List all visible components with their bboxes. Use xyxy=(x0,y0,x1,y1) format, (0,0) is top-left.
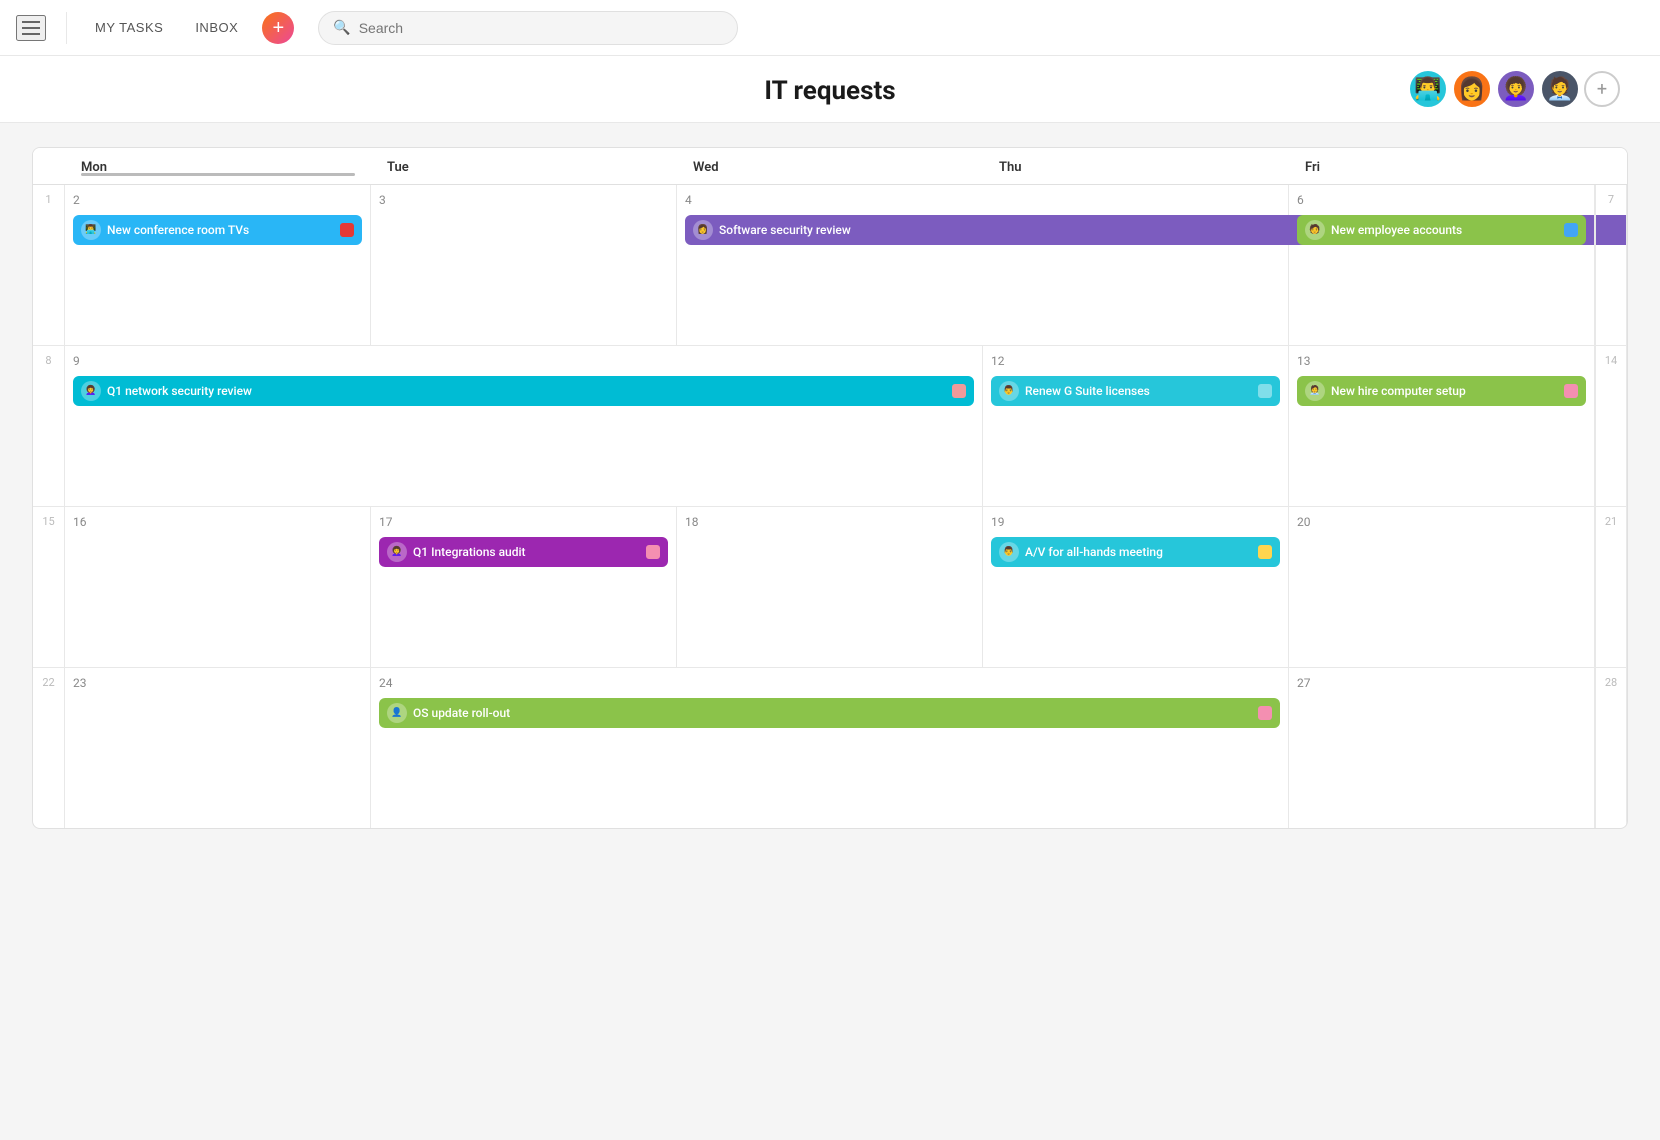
menu-button[interactable] xyxy=(16,15,46,41)
week-4: 22 23 24 👤 OS update roll-out 27 xyxy=(33,668,1627,828)
header-wed: Wed xyxy=(677,148,983,184)
day-wed-3: 18 xyxy=(677,507,983,667)
week-end-3: 21 xyxy=(1595,507,1627,667)
day-mon-1: 2 👨‍💻 New conference room TVs xyxy=(65,185,371,345)
calendar-body: 1 2 👨‍💻 New conference room TVs 3 4 xyxy=(33,185,1627,828)
event-new-hire-computer-setup[interactable]: 🧑‍💼 New hire computer setup xyxy=(1297,376,1586,406)
event-avatar: 👨 xyxy=(999,542,1019,562)
day-wed-1: 4 👩 Software security review xyxy=(677,185,1289,345)
search-input[interactable] xyxy=(359,20,724,36)
calendar-wrap: Mon Tue Wed Thu Fri 1 2 👨‍💻 New conferen… xyxy=(0,123,1660,853)
event-avatar: 👩 xyxy=(693,220,713,240)
day-mon-3: 16 xyxy=(65,507,371,667)
day-tue-1: 3 xyxy=(371,185,677,345)
avatar-2[interactable]: 👩 xyxy=(1452,69,1492,109)
event-label: A/V for all-hands meeting xyxy=(1025,545,1252,559)
header-fri: Fri xyxy=(1289,148,1595,184)
day-fri-3: 20 xyxy=(1289,507,1595,667)
event-q1-integrations-audit[interactable]: 👩‍🦱 Q1 Integrations audit xyxy=(379,537,668,567)
event-checkbox[interactable] xyxy=(1258,706,1272,720)
event-avatar: 👩‍🦱 xyxy=(387,542,407,562)
header-thu: Thu xyxy=(983,148,1289,184)
event-new-employee-accounts[interactable]: 🧑 New employee accounts xyxy=(1297,215,1586,245)
day-thu-3: 19 👨 A/V for all-hands meeting xyxy=(983,507,1289,667)
event-label: New employee accounts xyxy=(1331,223,1558,237)
week-end-1: 7 xyxy=(1595,185,1627,345)
event-label: OS update roll-out xyxy=(413,706,1252,720)
my-tasks-button[interactable]: MY TASKS xyxy=(87,16,171,39)
week-end-2: 14 xyxy=(1595,346,1627,506)
event-label: New hire computer setup xyxy=(1331,384,1558,398)
add-member-button[interactable]: + xyxy=(1584,71,1620,107)
event-avatar: 🧑 xyxy=(1305,220,1325,240)
avatar-4[interactable]: 🧑‍💼 xyxy=(1540,69,1580,109)
search-bar: 🔍 xyxy=(318,11,738,45)
event-avatar: 👨‍💻 xyxy=(81,220,101,240)
event-new-conference-room-tvs[interactable]: 👨‍💻 New conference room TVs xyxy=(73,215,362,245)
event-checkbox[interactable] xyxy=(1564,223,1578,237)
search-icon: 🔍 xyxy=(333,20,350,36)
event-renew-gsuite[interactable]: 👨 Renew G Suite licenses xyxy=(991,376,1280,406)
event-av-all-hands[interactable]: 👨 A/V for all-hands meeting xyxy=(991,537,1280,567)
event-checkbox[interactable] xyxy=(646,545,660,559)
event-label: New conference room TVs xyxy=(107,223,334,237)
top-nav: MY TASKS INBOX + 🔍 xyxy=(0,0,1660,56)
event-checkbox[interactable] xyxy=(1258,545,1272,559)
event-avatar: 👤 xyxy=(387,703,407,723)
event-checkbox[interactable] xyxy=(952,384,966,398)
day-fri-4: 27 xyxy=(1289,668,1595,828)
event-label: Q1 Integrations audit xyxy=(413,545,640,559)
calendar: Mon Tue Wed Thu Fri 1 2 👨‍💻 New conferen… xyxy=(32,147,1628,829)
week-num-2: 8 xyxy=(33,346,65,506)
corner-cell xyxy=(33,148,65,184)
event-checkbox[interactable] xyxy=(1564,384,1578,398)
week-num-4: 22 xyxy=(33,668,65,828)
header-mon: Mon xyxy=(65,148,371,184)
event-avatar: 👩‍🦱 xyxy=(81,381,101,401)
week-num-3: 15 xyxy=(33,507,65,667)
event-os-update-rollout[interactable]: 👤 OS update roll-out xyxy=(379,698,1280,728)
event-avatar: 👨 xyxy=(999,381,1019,401)
day-mon-4: 23 xyxy=(65,668,371,828)
event-checkbox[interactable] xyxy=(340,223,354,237)
week-2: 8 9 👩‍🦱 Q1 network security review 12 👨 xyxy=(33,346,1627,507)
inbox-button[interactable]: INBOX xyxy=(187,16,246,39)
event-q1-network-security[interactable]: 👩‍🦱 Q1 network security review xyxy=(73,376,974,406)
calendar-day-headers: Mon Tue Wed Thu Fri xyxy=(33,148,1627,185)
week-1: 1 2 👨‍💻 New conference room TVs 3 4 xyxy=(33,185,1627,346)
event-label: Q1 network security review xyxy=(107,384,946,398)
event-checkbox[interactable] xyxy=(1258,384,1272,398)
day-fri-2: 13 🧑‍💼 New hire computer setup xyxy=(1289,346,1595,506)
avatar-1[interactable]: 👨‍💻 xyxy=(1408,69,1448,109)
week-num-1: 1 xyxy=(33,185,65,345)
day-tue-3: 17 👩‍🦱 Q1 Integrations audit xyxy=(371,507,677,667)
week-end-4: 28 xyxy=(1595,668,1627,828)
day-thu-2: 12 👨 Renew G Suite licenses xyxy=(983,346,1289,506)
week-3: 15 16 17 👩‍🦱 Q1 Integrations audit 18 xyxy=(33,507,1627,668)
day-mon-2: 9 👩‍🦱 Q1 network security review xyxy=(65,346,983,506)
event-label: Renew G Suite licenses xyxy=(1025,384,1252,398)
day-tue-4: 24 👤 OS update roll-out xyxy=(371,668,1289,828)
nav-divider xyxy=(66,12,67,44)
header-tue: Tue xyxy=(371,148,677,184)
avatar-3[interactable]: 👩‍🦱 xyxy=(1496,69,1536,109)
avatar-group: 👨‍💻 👩 👩‍🦱 🧑‍💼 + xyxy=(1408,69,1620,109)
corner-cell-right xyxy=(1595,148,1627,184)
event-avatar: 🧑‍💼 xyxy=(1305,381,1325,401)
day-fri-1: 6 🧑 New employee accounts xyxy=(1289,185,1595,345)
add-task-button[interactable]: + xyxy=(262,12,294,44)
page-header: IT requests 👨‍💻 👩 👩‍🦱 🧑‍💼 + xyxy=(0,56,1660,123)
